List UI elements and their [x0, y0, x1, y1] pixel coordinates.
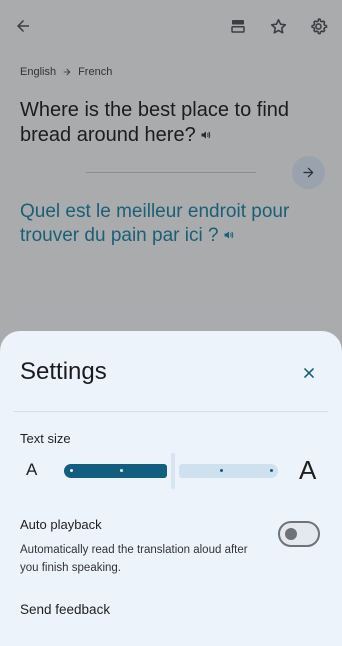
slider-step-tick — [269, 469, 273, 472]
auto-playback-description: Automatically read the translation aloud… — [20, 544, 248, 574]
translate-button[interactable] — [292, 156, 325, 189]
speaker-icon[interactable] — [223, 224, 235, 248]
send-feedback-link[interactable]: Send feedback — [20, 602, 110, 617]
auto-playback-toggle[interactable] — [278, 521, 320, 547]
saved-button[interactable] — [224, 12, 252, 40]
toggle-knob — [285, 528, 297, 540]
arrow-left-icon — [17, 20, 29, 32]
slider-step-tick — [219, 469, 223, 472]
close-button[interactable] — [296, 360, 322, 386]
divider — [14, 411, 328, 412]
slider-track-active — [64, 464, 167, 478]
text-size-label: Text size — [20, 431, 71, 446]
slider-step-tick — [69, 469, 73, 472]
auto-playback-label: Auto playback — [20, 517, 102, 532]
divider — [86, 172, 256, 173]
translated-text: Quel est le meilleur endroit pour trouve… — [20, 200, 320, 248]
settings-button[interactable] — [304, 12, 332, 40]
source-text: Where is the best place to find bread ar… — [20, 98, 310, 148]
saved-list-icon — [231, 20, 245, 33]
settings-sheet: Settings Text size A A Auto playback Aut… — [0, 331, 342, 646]
text-size-slider[interactable] — [64, 453, 278, 489]
back-button[interactable] — [9, 12, 37, 40]
text-size-small-glyph: A — [26, 460, 38, 479]
source-text-content: Where is the best place to find bread ar… — [20, 99, 290, 146]
star-icon — [270, 18, 286, 34]
translated-text-content: Quel est le meilleur endroit pour trouve… — [20, 201, 290, 247]
speaker-icon[interactable] — [200, 123, 212, 148]
language-pair[interactable]: English French — [20, 66, 112, 78]
gear-icon — [310, 17, 327, 34]
favorite-button[interactable] — [264, 12, 292, 40]
close-icon — [304, 368, 314, 378]
slider-track-inactive — [179, 464, 278, 478]
arrow-right-icon — [63, 68, 71, 76]
slider-step-tick — [119, 469, 123, 472]
sheet-title: Settings — [20, 358, 107, 385]
target-language: French — [78, 66, 113, 78]
arrow-right-icon — [303, 167, 314, 178]
source-language: English — [20, 66, 57, 78]
text-size-large-glyph: A — [299, 455, 317, 485]
slider-thumb[interactable] — [171, 453, 175, 489]
